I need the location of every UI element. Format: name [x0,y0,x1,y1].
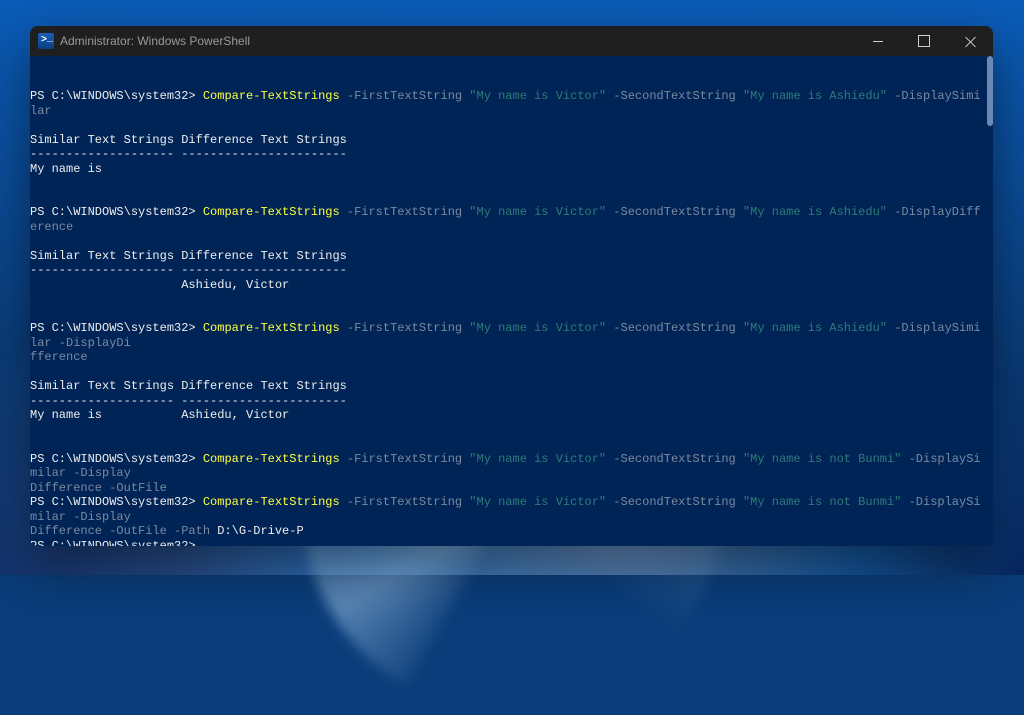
window-title: Administrator: Windows PowerShell [60,34,250,48]
param-outfile: -OutFile [109,481,167,495]
prompt: PS C:\WINDOWS\system32> [30,89,196,103]
param-first: -FirstTextString [347,89,462,103]
arg-second: "My name is not Bunmi" [743,495,901,509]
output-divider: -------------------- -------------------… [30,147,347,161]
powershell-window: Administrator: Windows PowerShell PS C:\… [30,26,993,546]
output-header: Similar Text Strings Difference Text Str… [30,379,347,393]
command: Compare-TextStrings [203,321,340,335]
output-row-diff: Ashiedu, Victor [30,278,289,292]
arg-second: "My name is Ashiedu" [743,205,887,219]
arg-second: "My name is not Bunmi" [743,452,901,466]
output-divider: -------------------- -------------------… [30,263,347,277]
param-outfile: -OutFile [109,524,167,538]
param-second: -SecondTextString [613,205,735,219]
param-second: -SecondTextString [613,89,735,103]
command: Compare-TextStrings [203,452,340,466]
close-button[interactable] [947,26,993,56]
scrollbar-thumb[interactable] [987,56,993,126]
terminal-output[interactable]: PS C:\WINDOWS\system32> Compare-TextStri… [30,56,993,546]
output-header: Similar Text Strings Difference Text Str… [30,249,347,263]
param-first: -FirstTextString [347,495,462,509]
param-second: -SecondTextString [613,495,735,509]
param-displaydifference-wrap-b: fference [30,350,88,364]
arg-first: "My name is Victor" [469,452,606,466]
param-second: -SecondTextString [613,321,735,335]
command: Compare-TextStrings [203,89,340,103]
param-first: -FirstTextString [347,452,462,466]
arg-first: "My name is Victor" [469,495,606,509]
prompt: PS C:\WINDOWS\system32> [30,495,196,509]
output-divider: -------------------- -------------------… [30,394,347,408]
param-display-wrap: -Display [73,510,131,524]
command: Compare-TextStrings [203,205,340,219]
prompt: PS C:\WINDOWS\system32> [30,539,196,547]
param-displaydifference-wrap-a: -DisplayDi [59,336,131,350]
param-first: -FirstTextString [347,205,462,219]
maximize-button[interactable] [901,26,947,56]
output-row-similar: My name is [30,162,102,176]
path-value: D:\G-Drive-P [217,524,303,538]
powershell-icon [38,33,54,49]
param-difference-wrap: Difference [30,524,102,538]
param-display-wrap: -Display [73,466,131,480]
minimize-button[interactable] [855,26,901,56]
command: Compare-TextStrings [203,495,340,509]
arg-first: "My name is Victor" [469,205,606,219]
param-path: -Path [174,524,210,538]
output-row-both: My name is Ashiedu, Victor [30,408,289,422]
arg-second: "My name is Ashiedu" [743,89,887,103]
prompt: PS C:\WINDOWS\system32> [30,321,196,335]
output-header: Similar Text Strings Difference Text Str… [30,133,347,147]
arg-first: "My name is Victor" [469,321,606,335]
titlebar[interactable]: Administrator: Windows PowerShell [30,26,993,56]
param-difference-wrap: Difference [30,481,102,495]
arg-first: "My name is Victor" [469,89,606,103]
param-second: -SecondTextString [613,452,735,466]
prompt: PS C:\WINDOWS\system32> [30,205,196,219]
prompt: PS C:\WINDOWS\system32> [30,452,196,466]
arg-second: "My name is Ashiedu" [743,321,887,335]
param-first: -FirstTextString [347,321,462,335]
